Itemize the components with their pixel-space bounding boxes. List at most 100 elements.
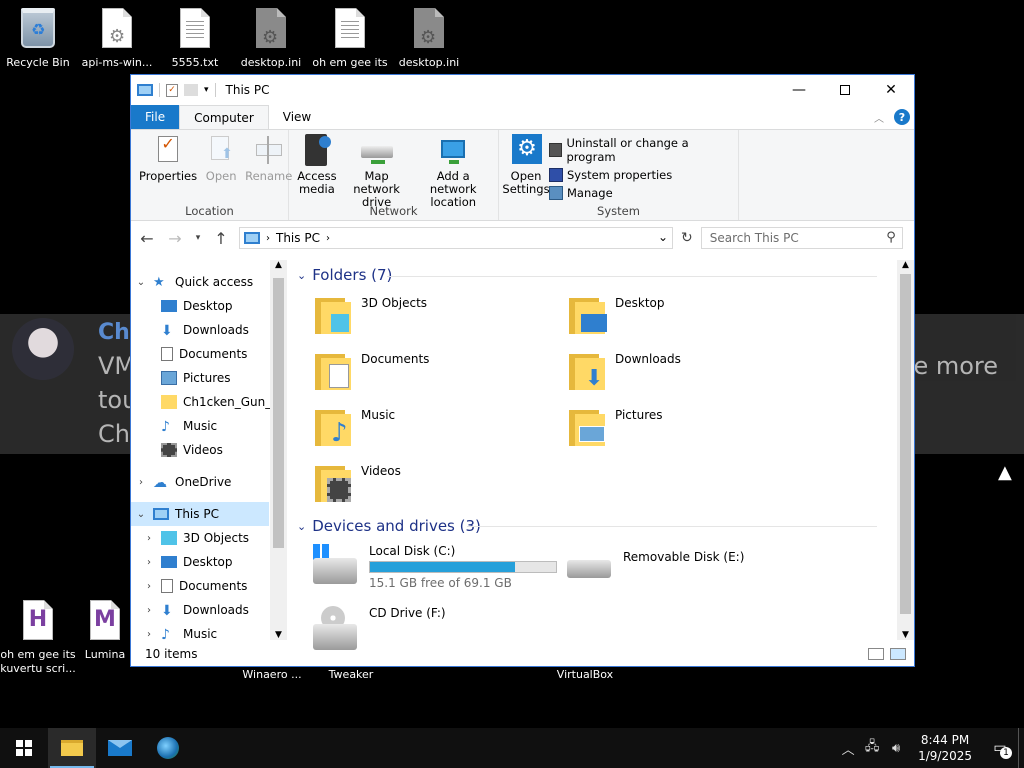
customize-quick-access-icon[interactable]: ▾ — [204, 85, 209, 95]
folder-3d-objects[interactable]: 3D Objects — [313, 296, 427, 336]
scroll-down-icon[interactable]: ▼ — [270, 630, 287, 640]
title-bar[interactable]: ✓ ▾ This PC — ✕ — [131, 75, 914, 105]
nav-item-downloads[interactable]: ⬇ Downloads 📌︎ — [131, 318, 287, 342]
desktop-icon-oh-em-gee[interactable]: oh em gee its — [312, 8, 388, 70]
maximize-button[interactable] — [822, 75, 868, 105]
chevron-down-icon[interactable]: ⌄ — [297, 520, 306, 533]
forward-button[interactable]: → — [165, 229, 185, 248]
folder-videos[interactable]: Videos — [313, 464, 401, 504]
settings-file-icon: ⚙ — [251, 8, 291, 52]
help-icon[interactable]: ? — [894, 109, 910, 125]
desktop-icon-recycle-bin[interactable]: ♻ Recycle Bin — [0, 8, 76, 70]
mail-icon — [108, 740, 132, 756]
section-title: Devices and drives (3) — [312, 517, 481, 535]
folder-documents[interactable]: Documents — [313, 352, 429, 392]
close-button[interactable]: ✕ — [868, 75, 914, 105]
folder-music[interactable]: ♪ Music — [313, 408, 395, 448]
scroll-up-icon[interactable]: ▲ — [897, 260, 914, 270]
desktop-icon-5555-txt[interactable]: 5555.txt — [157, 8, 233, 70]
desktop-icon-lumina[interactable]: M Lumina — [80, 600, 130, 662]
nav-quick-access[interactable]: ⌄ ★ Quick access — [131, 270, 287, 294]
file-explorer-window[interactable]: ✓ ▾ This PC — ✕ File Computer View ︿ ? ✓… — [130, 74, 915, 667]
desktop-icon-desktop-ini-2[interactable]: ⚙ desktop.ini — [391, 8, 467, 70]
nav-pc-documents[interactable]: › Documents — [131, 574, 287, 598]
tab-computer[interactable]: Computer — [179, 105, 269, 129]
address-bar-row: ← → ▾ ↑ › This PC › ⌄ ↻ Search This PC ⚲ — [131, 221, 914, 255]
nav-onedrive[interactable]: › ☁ OneDrive — [131, 470, 287, 494]
chevron-right-icon[interactable]: › — [143, 581, 155, 592]
content-pane[interactable]: ⌄ Folders (7) 3D Objects Desktop Documen… — [287, 260, 914, 650]
folder-pictures[interactable]: Pictures — [567, 408, 663, 448]
start-button[interactable] — [0, 728, 48, 768]
drive-e[interactable]: Removable Disk (E:) — [567, 550, 744, 578]
chevron-down-icon[interactable]: ⌄ — [135, 509, 147, 520]
tab-file[interactable]: File — [131, 105, 180, 129]
scroll-up-icon[interactable]: ▲ — [270, 260, 287, 270]
clock[interactable]: 8:44 PM 1/9/2025 — [908, 732, 982, 764]
folder-desktop[interactable]: Desktop — [567, 296, 665, 336]
properties-quick-icon[interactable]: ✓ — [166, 83, 178, 97]
desktop-icon-h-script[interactable]: H oh em gee its kuvertu scri... — [0, 600, 76, 676]
desktop-icon-api-ms-win[interactable]: ⚙ api-ms-win... — [79, 8, 155, 70]
manage-button[interactable]: Manage — [549, 186, 734, 200]
nav-item-music[interactable]: ♪ Music — [131, 414, 287, 438]
nav-item-ch1cken-gun[interactable]: Ch1cken_Gun_C — [131, 390, 287, 414]
navigation-scrollbar[interactable]: ▲ ▼ — [270, 260, 287, 640]
action-center-button[interactable]: ▭ 1 — [982, 728, 1018, 768]
uninstall-program-button[interactable]: Uninstall or change a program — [549, 136, 734, 164]
nav-this-pc[interactable]: ⌄ This PC — [131, 502, 269, 526]
folders-section-header[interactable]: ⌄ Folders (7) — [297, 266, 392, 284]
nav-item-pictures[interactable]: Pictures 📌︎ — [131, 366, 287, 390]
collapse-ribbon-icon[interactable]: ︿ — [874, 110, 884, 125]
desktop-icon-virtualbox[interactable]: VirtualBox — [547, 668, 623, 682]
drive-c[interactable]: Local Disk (C:) 15.1 GB free of 69.1 GB — [313, 544, 557, 590]
show-desktop-button[interactable] — [1018, 728, 1024, 768]
scrollbar-thumb[interactable] — [900, 274, 911, 614]
search-input[interactable]: Search This PC ⚲ — [700, 227, 903, 249]
large-icons-view-button[interactable] — [890, 648, 906, 660]
folder-downloads[interactable]: ⬇ Downloads — [567, 352, 681, 392]
nav-pc-desktop[interactable]: › Desktop — [131, 550, 287, 574]
content-scrollbar[interactable]: ▲ ▼ — [897, 260, 914, 640]
nav-item-videos[interactable]: Videos — [131, 438, 287, 462]
breadcrumb-separator-icon: › — [325, 232, 330, 244]
nav-item-desktop[interactable]: Desktop 📌︎ — [131, 294, 287, 318]
details-view-button[interactable] — [868, 648, 884, 660]
breadcrumb[interactable]: This PC — [276, 231, 320, 245]
new-folder-quick-icon[interactable] — [184, 84, 198, 96]
address-dropdown-icon[interactable]: ⌄ — [658, 230, 668, 244]
system-properties-button[interactable]: System properties — [549, 168, 734, 182]
refresh-button[interactable]: ↻ — [681, 230, 693, 246]
taskbar-file-explorer[interactable] — [48, 728, 96, 768]
back-button[interactable]: ← — [137, 229, 157, 248]
ribbon: ✓ Properties ⬆ Open Rename Location Acce… — [131, 129, 914, 221]
up-button[interactable]: ↑ — [211, 229, 231, 248]
chevron-down-icon[interactable]: ⌄ — [135, 277, 147, 288]
address-bar[interactable]: › This PC › ⌄ — [239, 227, 673, 249]
nav-pc-3d-objects[interactable]: › 3D Objects — [131, 526, 287, 550]
chevron-right-icon[interactable]: › — [143, 557, 155, 568]
nav-item-documents[interactable]: Documents 📌︎ — [131, 342, 287, 366]
scroll-down-icon[interactable]: ▼ — [897, 630, 914, 640]
taskbar-mail[interactable] — [96, 728, 144, 768]
chevron-down-icon[interactable]: ⌄ — [297, 269, 306, 282]
drive-f[interactable]: CD Drive (F:) — [313, 606, 446, 650]
chevron-right-icon[interactable]: › — [143, 533, 155, 544]
chevron-right-icon[interactable]: › — [143, 605, 155, 616]
minimize-button[interactable]: — — [776, 75, 822, 105]
chevron-right-icon[interactable]: › — [143, 629, 155, 640]
network-icon[interactable]: 🖧︎ — [860, 737, 884, 759]
desktop-icon-tweaker[interactable]: Tweaker — [313, 668, 389, 682]
desktop-icon-winaero[interactable]: Winaero ... — [234, 668, 310, 682]
navigation-pane[interactable]: ⌄ ★ Quick access Desktop 📌︎ ⬇ Downloads … — [131, 260, 287, 643]
scrollbar-thumb[interactable] — [273, 278, 284, 548]
drives-section-header[interactable]: ⌄ Devices and drives (3) — [297, 517, 481, 535]
nav-pc-downloads[interactable]: › ⬇ Downloads — [131, 598, 287, 622]
volume-icon[interactable]: 🔊︎ — [884, 741, 908, 756]
tab-view[interactable]: View — [269, 105, 325, 129]
recent-locations-chevron-icon[interactable]: ▾ — [193, 233, 203, 243]
desktop-icon-desktop-ini-1[interactable]: ⚙ desktop.ini — [233, 8, 309, 70]
chevron-right-icon[interactable]: › — [135, 477, 147, 488]
taskbar-browser[interactable] — [144, 728, 192, 768]
chevron-up-icon[interactable]: ︿ — [836, 739, 860, 758]
